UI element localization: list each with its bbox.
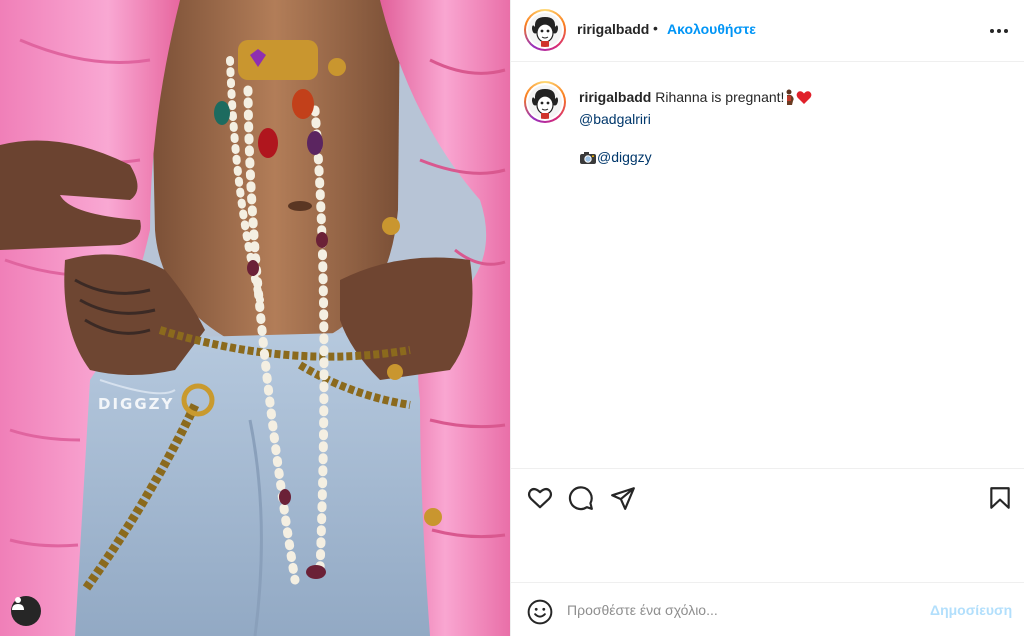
- red-heart-emoji-icon: [796, 90, 812, 110]
- like-button[interactable]: [527, 485, 553, 511]
- caption-text: Rihanna is pregnant!: [655, 89, 785, 105]
- caption-line-1: ririgalbadd Rihanna is pregnant!: [579, 88, 1009, 110]
- emoji-button[interactable]: [527, 599, 553, 625]
- follow-button[interactable]: Ακολουθήστε: [667, 21, 756, 37]
- share-button[interactable]: [610, 485, 636, 511]
- caption-username[interactable]: ririgalbadd: [579, 89, 651, 105]
- share-icon: [611, 487, 635, 510]
- caption-line-2: @badgalriri: [579, 110, 1009, 129]
- photo-illustration: [0, 0, 510, 636]
- caption-mention-link[interactable]: @badgalriri: [579, 111, 651, 127]
- smiley-icon: [527, 599, 553, 625]
- more-horizontal-icon: [990, 29, 994, 33]
- heart-icon: [527, 488, 553, 509]
- comment-bar: Δημοσίευση: [511, 582, 1024, 636]
- more-horizontal-icon-dot: [1004, 29, 1008, 33]
- cartoon-face-icon: [532, 17, 558, 47]
- photo-watermark: DIGGZY: [98, 395, 175, 413]
- bookmark-icon: [990, 487, 1010, 509]
- post-header: ririgalbadd • Ακολουθήστε: [511, 0, 1024, 62]
- avatar[interactable]: [524, 9, 566, 51]
- caption-avatar[interactable]: [524, 81, 566, 123]
- post-actions: [511, 468, 1024, 582]
- separator-dot: •: [653, 20, 658, 36]
- tagged-users-button[interactable]: [11, 596, 41, 626]
- save-button[interactable]: [987, 485, 1013, 511]
- pregnant-woman-emoji-icon: [784, 89, 796, 110]
- caption-line-credit: @diggzy: [579, 148, 1009, 170]
- post-side-panel: ririgalbadd • Ακολουθήστε ririgalbadd Ri…: [510, 0, 1024, 636]
- photo-credit-link[interactable]: @diggzy: [597, 149, 652, 165]
- more-horizontal-icon-dot: [997, 29, 1001, 33]
- more-options-button[interactable]: [987, 20, 1011, 42]
- camera-icon: [579, 151, 597, 170]
- post-photo[interactable]: DIGGZY: [0, 0, 510, 636]
- post-caption: ririgalbadd Rihanna is pregnant! @badgal…: [579, 88, 1009, 170]
- cartoon-face-icon: [532, 89, 558, 119]
- comment-button[interactable]: [568, 485, 594, 511]
- comment-input[interactable]: [567, 599, 917, 621]
- user-icon: [12, 597, 24, 610]
- post-comment-button[interactable]: Δημοσίευση: [930, 602, 1012, 618]
- post-author-username[interactable]: ririgalbadd: [577, 21, 649, 37]
- comment-icon: [568, 486, 593, 511]
